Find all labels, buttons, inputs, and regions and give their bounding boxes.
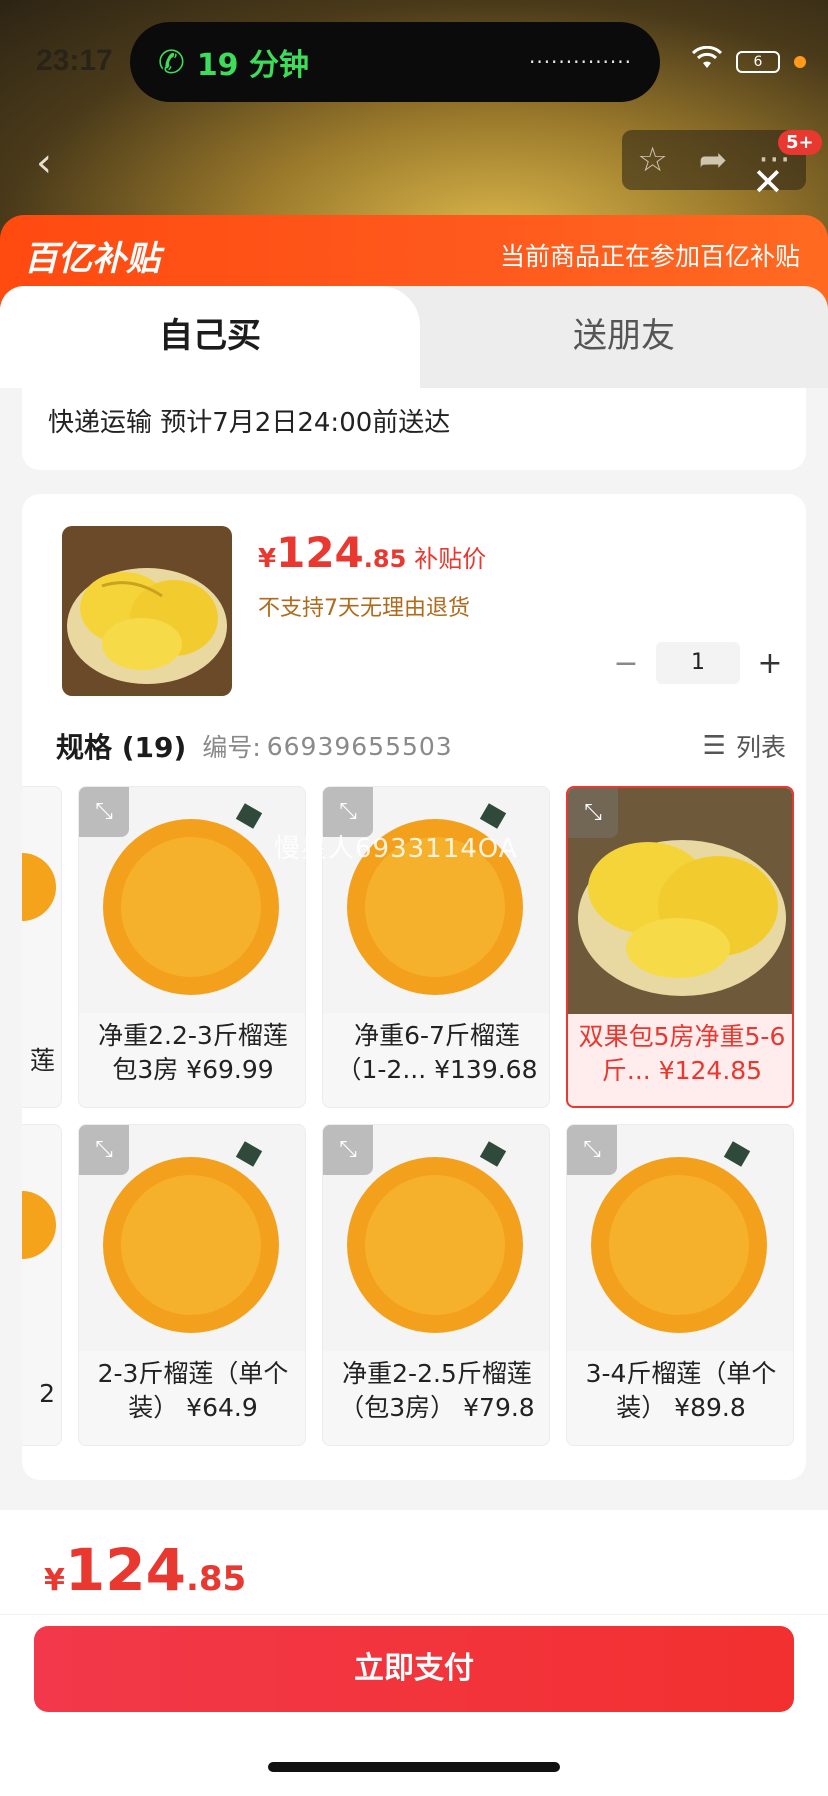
notification-badge: 5+	[778, 130, 822, 155]
variant-tile[interactable]: ⤡ 3-4斤榴莲（单个装） ¥89.8	[566, 1124, 794, 1446]
list-label: 列表	[735, 733, 786, 762]
increase-button[interactable]: +	[750, 646, 790, 681]
variant-grid: 莲 2 ⤡ 净重2.2-3斤榴莲包3房 ¥69.99 ⤡ 净重6-7斤榴莲（1-…	[22, 786, 806, 1446]
divider	[0, 1614, 828, 1615]
variant-tile[interactable]: ⤡ 净重2.2-3斤榴莲包3房 ¥69.99	[78, 786, 306, 1108]
variant-partial-label: 莲	[29, 1046, 55, 1075]
total-price: ¥124.85	[44, 1536, 246, 1604]
status-time: 23:17	[36, 44, 113, 77]
home-indicator[interactable]	[268, 1762, 560, 1772]
wifi-icon	[691, 45, 723, 77]
total-currency: ¥	[44, 1563, 65, 1598]
status-icons: 6	[691, 45, 806, 77]
subsidy-notice: 当前商品正在参加百亿补贴	[499, 242, 800, 271]
expand-icon[interactable]: ⤡	[323, 1125, 373, 1175]
call-duration: 19 分钟	[196, 48, 310, 83]
tab-gift-friend[interactable]: 送朋友	[420, 286, 828, 388]
spec-id-label: 编号:	[202, 733, 261, 762]
list-icon: ☰	[702, 731, 726, 761]
watermark: 慢星人6933114OA	[274, 834, 518, 864]
share-icon[interactable]: ➦	[699, 140, 728, 180]
purchase-tabs: 自己买 送朋友	[0, 286, 828, 388]
subsidy-logo: 百亿补贴	[24, 239, 160, 279]
product-thumbnail[interactable]	[62, 526, 232, 696]
spec-header: 规格 (19) 编号: 66939655503 ☰ 列表	[56, 726, 786, 766]
sku-card: ¥124.85 补贴价 不支持7天无理由退货 − 1 + 规格 (19) 编号: …	[22, 494, 806, 1480]
variant-tile[interactable]: ⤡ 净重2-2.5斤榴莲（包3房） ¥79.8	[322, 1124, 550, 1446]
expand-icon[interactable]: ⤡	[568, 788, 618, 838]
phone-icon: ✆	[158, 43, 185, 81]
expand-icon[interactable]: ⤡	[79, 1125, 129, 1175]
spec-title: 规格 (19)	[56, 731, 187, 764]
spec-id-value: 66939655503	[266, 731, 453, 761]
favorite-star-icon[interactable]: ☆	[637, 140, 667, 180]
return-policy-note: 不支持7天无理由退货	[258, 596, 470, 621]
tab-buy-self[interactable]: 自己买	[0, 286, 420, 388]
variant-label: 2-3斤榴莲（单个装） ¥64.9	[97, 1359, 289, 1422]
pay-now-button[interactable]: 立即支付	[34, 1626, 794, 1712]
checkout-bar: ¥124.85 立即支付	[0, 1510, 828, 1796]
expand-icon[interactable]: ⤡	[567, 1125, 617, 1175]
call-indicator[interactable]: ✆ 19 分钟 ··············	[130, 22, 660, 102]
price-currency: ¥	[258, 544, 277, 574]
mic-indicator-dot	[794, 55, 806, 68]
total-decimal: .85	[185, 1559, 247, 1599]
unit-price: ¥124.85 补贴价	[258, 528, 486, 577]
delivery-estimate: 快递运输 预计7月2日24:00前送达	[22, 388, 806, 470]
variant-label: 3-4斤榴莲（单个装） ¥89.8	[585, 1359, 777, 1422]
variant-partial-label: 2	[39, 1379, 55, 1408]
variant-tile-selected[interactable]: ⤡ 双果包5房净重5-6斤... ¥124.85	[566, 786, 794, 1108]
decrease-button[interactable]: −	[606, 646, 646, 681]
variant-tile-partial[interactable]: 2	[22, 1124, 62, 1446]
variant-label: 双果包5房净重5-6斤... ¥124.85	[578, 1022, 786, 1085]
total-integer: 124	[64, 1536, 186, 1604]
battery-icon: 6	[736, 50, 780, 73]
price-decimal: .85	[363, 545, 407, 573]
variant-tile-partial[interactable]: 莲	[22, 786, 62, 1108]
price-tag: 补贴价	[414, 545, 487, 573]
close-icon[interactable]: ✕	[752, 160, 784, 204]
quantity-input[interactable]: 1	[656, 642, 740, 684]
list-view-toggle[interactable]: ☰ 列表	[703, 728, 786, 764]
variant-tile[interactable]: ⤡ 2-3斤榴莲（单个装） ¥64.9	[78, 1124, 306, 1446]
back-button[interactable]: ‹	[36, 140, 52, 186]
variant-label: 净重2-2.5斤榴莲（包3房） ¥79.8	[339, 1359, 535, 1422]
quantity-stepper: − 1 +	[606, 642, 790, 684]
expand-icon[interactable]: ⤡	[79, 787, 129, 837]
variant-label: 净重6-7斤榴莲（1-2... ¥139.68	[336, 1021, 538, 1084]
call-waveform: ··············	[528, 50, 632, 74]
variant-label: 净重2.2-3斤榴莲包3房 ¥69.99	[98, 1021, 288, 1084]
price-integer: 124	[276, 528, 364, 577]
